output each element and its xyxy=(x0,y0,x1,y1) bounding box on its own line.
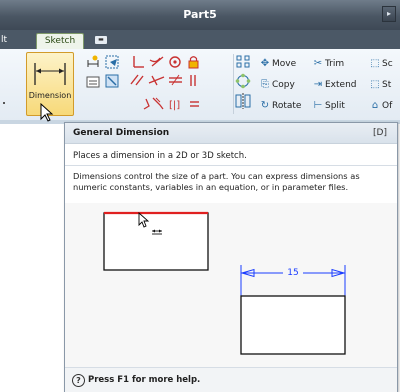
scale-command[interactable]: ⬚ Sc xyxy=(368,57,393,71)
mouse-pointer-icon xyxy=(40,103,54,122)
vertical-icon xyxy=(190,75,196,86)
stretch-icon: ⬚ xyxy=(370,79,380,90)
svg-text:[|]: [|] xyxy=(169,100,180,111)
project-geometry-icon xyxy=(105,55,119,69)
trim-label: Trim xyxy=(325,59,345,69)
tooltip-header: General Dimension [D] xyxy=(65,123,397,144)
mirror-icon xyxy=(235,93,251,109)
copy-icon: ⎘ xyxy=(261,79,269,90)
dimension-label: Dimension xyxy=(28,91,72,100)
symmetric-icon xyxy=(152,97,164,110)
extend-label: Extend xyxy=(325,80,357,90)
tab-partial[interactable]: lt xyxy=(1,33,7,49)
help-icon: ? xyxy=(72,374,85,387)
stretch-command[interactable]: ⬚ St xyxy=(368,78,391,92)
coincident-icon xyxy=(169,56,181,68)
show-constraints-icon xyxy=(86,76,100,88)
move-icon: ✥ xyxy=(260,58,270,69)
window-title: Part5 xyxy=(183,8,217,21)
tooltip-shortcut: [D] xyxy=(373,128,387,138)
offset-label: Of xyxy=(382,101,393,111)
constraint-icon-grid: [|] xyxy=(86,55,199,111)
rotate-label: Rotate xyxy=(272,101,302,111)
panel-separator xyxy=(233,54,234,114)
tooltip-footer: ? Press F1 for more help. xyxy=(65,367,397,392)
chevron-right-icon[interactable]: ▸ xyxy=(382,6,396,22)
constraint-settings-icon xyxy=(105,74,119,88)
tooltip-illustration: 15 xyxy=(65,203,397,367)
tooltip-long-description: Dimensions control the size of a part. Y… xyxy=(73,171,360,192)
tooltip-general-dimension: General Dimension [D] Places a dimension… xyxy=(64,122,398,392)
split-label: Split xyxy=(325,101,345,111)
rotate-icon: ↻ xyxy=(260,100,270,111)
copy-label: Copy xyxy=(272,80,295,90)
trim-command[interactable]: ✂ Trim xyxy=(311,57,344,71)
ribbon-options-dropdown[interactable]: ▬ xyxy=(95,36,107,44)
pattern-icons xyxy=(235,55,251,109)
trim-icon: ✂ xyxy=(313,58,323,69)
smooth-icon xyxy=(143,98,150,110)
equal-sign-icon xyxy=(190,101,199,107)
tab-sketch[interactable]: Sketch xyxy=(36,33,84,50)
stretch-label: St xyxy=(382,80,392,90)
split-command[interactable]: ⊢ Split xyxy=(311,99,345,113)
extend-icon: ⇥ xyxy=(313,79,323,90)
dimension-value-label: 15 xyxy=(283,267,303,279)
copy-command[interactable]: ⎘ Copy xyxy=(258,78,295,92)
scale-icon: ⬚ xyxy=(370,58,380,69)
tangent-line-icon xyxy=(148,75,165,86)
equal-icon xyxy=(169,74,182,86)
parallel-icon xyxy=(130,74,144,86)
horizontal-constraint-icon: [|] xyxy=(169,100,180,111)
tooltip-divider xyxy=(65,165,397,166)
tooltip-title: General Dimension xyxy=(73,128,170,138)
circular-pattern-icon xyxy=(235,73,251,89)
move-command[interactable]: ✥ Move xyxy=(258,57,296,71)
title-bar: Part5 ▸ xyxy=(0,0,400,30)
offset-command[interactable]: ⌂ Of xyxy=(368,99,392,113)
ribbon-tab-bar: lt Sketch ▬ xyxy=(0,30,400,50)
extend-command[interactable]: ⇥ Extend xyxy=(311,78,357,92)
move-label: Move xyxy=(272,59,297,69)
offset-icon: ⌂ xyxy=(371,100,379,111)
split-icon: ⊢ xyxy=(313,100,323,111)
panel-dot xyxy=(3,102,5,104)
help-hint: Press F1 for more help. xyxy=(88,375,201,385)
rotate-command[interactable]: ↻ Rotate xyxy=(258,99,302,113)
scale-label: Sc xyxy=(382,59,393,69)
dimension-illustration xyxy=(103,211,346,355)
perpendicular-icon xyxy=(133,56,144,68)
auto-dimension-icon xyxy=(87,55,99,67)
tooltip-short-description: Places a dimension in a 2D or 3D sketch. xyxy=(73,151,247,161)
fix-lock-icon xyxy=(188,56,199,69)
tangent-icon xyxy=(149,56,164,67)
dimension-icon xyxy=(34,63,66,85)
rectangular-pattern-icon xyxy=(236,55,250,68)
